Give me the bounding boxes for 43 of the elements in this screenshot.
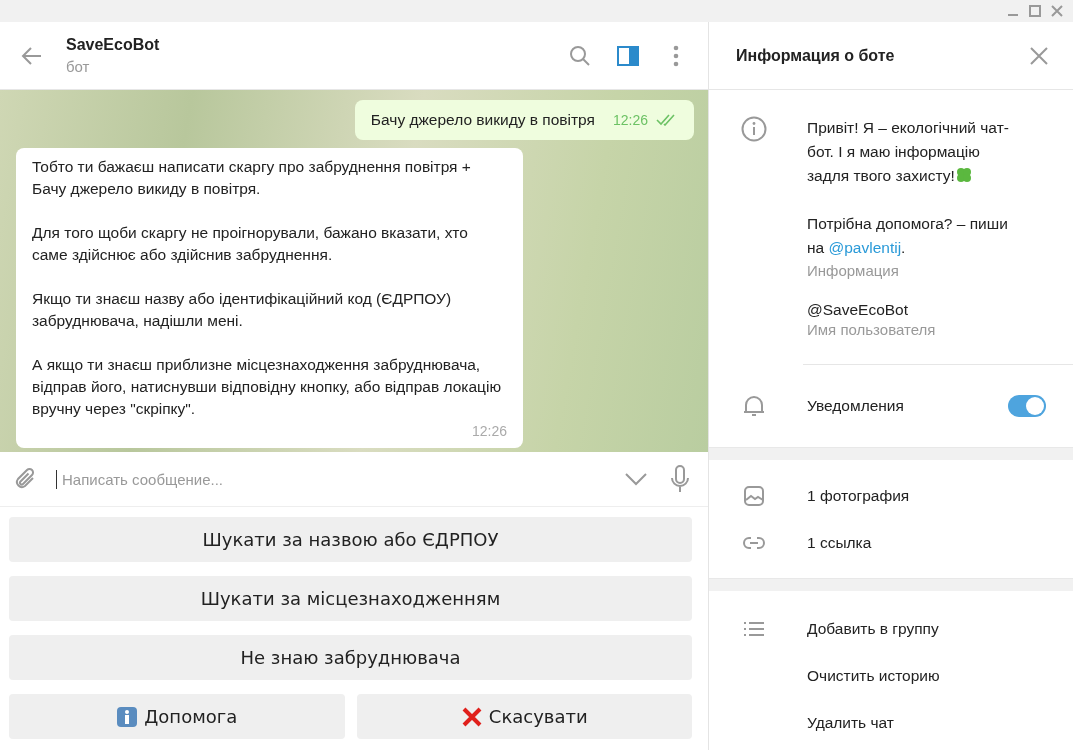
message-time: 12:26 <box>471 422 507 441</box>
chat-title: SaveEcoBot <box>66 36 161 54</box>
more-icon <box>673 44 679 67</box>
keyboard-button[interactable]: Шукати за місцезнаходженням <box>9 576 692 621</box>
field-caption: Имя пользователя <box>807 321 937 338</box>
bio-text: Привіт! Я – екологічний чат-бот. І я маю інформацію задля твого захисту! <box>807 118 1010 186</box>
bell-icon <box>743 394 765 418</box>
message-text: Бачу джерело викиду в повітря <box>370 110 595 130</box>
maximize-icon[interactable] <box>1029 5 1041 17</box>
side-panel-icon <box>617 45 639 66</box>
action-item[interactable]: Очистить историю <box>807 666 1073 685</box>
message-text: Тобто ти бажаєш написати скаргу про забруднення повітря + Бачу джерело викиду в повітря. <box>32 157 472 199</box>
paperclip-icon <box>15 467 37 491</box>
close-icon[interactable] <box>1051 5 1063 17</box>
search-icon <box>569 44 591 67</box>
chat-subtitle: бот <box>66 58 91 75</box>
info-icon <box>741 116 767 142</box>
keyboard-button[interactable]: Скасувати <box>356 694 692 739</box>
field-caption: Информация <box>807 262 900 279</box>
microphone-icon <box>671 465 689 493</box>
media-item[interactable]: 1 фотография <box>807 486 1073 505</box>
keyboard-button[interactable]: Не знаю забруднювача <box>9 635 692 680</box>
clover-icon <box>954 166 973 184</box>
keyboard-button[interactable]: Шукати за назвою або ЄДРПОУ <box>9 517 692 562</box>
action-item[interactable]: Добавить в группу <box>807 619 1073 638</box>
message-text: А якщо ти знаєш приблизне місцезнаходження забруднювача, відправ його, натиснувши відповідну кнопку, або відправ локацію вручну через "скріпку". <box>32 355 503 419</box>
media-item[interactable]: 1 ссылка <box>807 533 1073 552</box>
info-icon <box>116 705 139 728</box>
username-text: @SaveEcoBot <box>807 301 910 319</box>
link-icon <box>742 535 766 550</box>
chevron-down-icon <box>624 472 648 486</box>
panel-title: Информация о боте <box>736 46 895 65</box>
notifications-toggle[interactable] <box>1008 395 1046 417</box>
notifications-label: Уведомления <box>807 397 905 415</box>
action-item[interactable]: Удалить чат <box>807 713 1073 732</box>
close-icon <box>1029 45 1049 66</box>
cross-icon <box>460 705 483 728</box>
message-text: Якщо ти знаєш назву або ідентифікаційний код (ЄДРПОУ) забруднювача, надішли мені. <box>32 289 453 331</box>
message-time: 12:26 <box>612 111 648 130</box>
image-icon <box>743 484 765 507</box>
keyboard-button[interactable]: Допомога <box>9 694 345 739</box>
bio-text: Потрібна допомога? – пиши на @pavlentij. <box>807 214 1009 258</box>
message-text: Для того щоби скаргу не проігнорували, бажано вказати, хто саме здійснює або здійснив забруднення. <box>32 223 469 265</box>
